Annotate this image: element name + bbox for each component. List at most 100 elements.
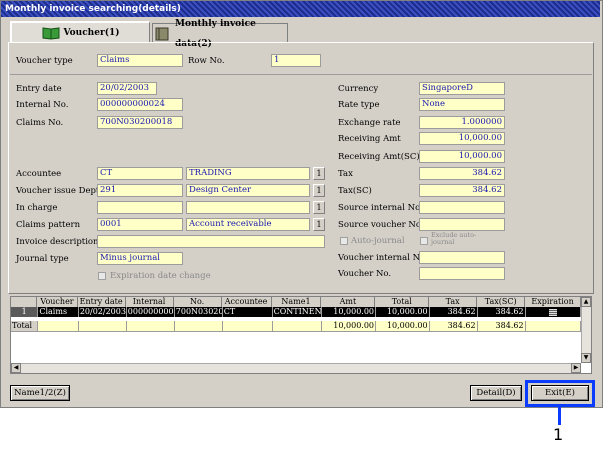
- grid-cell: 1: [11, 307, 39, 317]
- tab-monthly-invoice-data[interactable]: Monthly invoice data(2): [152, 19, 288, 49]
- grid-cell: [174, 321, 223, 332]
- accountee-code-field[interactable]: CT: [97, 167, 183, 180]
- grid-cell: 20/02/2003: [78, 307, 127, 317]
- source-voucher-no-field[interactable]: [419, 218, 505, 231]
- entry-date-label: Entry date: [16, 84, 62, 94]
- grid-cell: [525, 321, 582, 332]
- in-charge-lookup-button[interactable]: 1: [313, 201, 325, 214]
- grid-cell: 384.62: [477, 307, 526, 317]
- receiving-amt-field[interactable]: 10,000.00: [419, 132, 505, 145]
- journal-type-label: Journal type: [16, 254, 69, 264]
- entry-date-field[interactable]: 20/02/2003: [97, 82, 157, 95]
- rate-type-field[interactable]: None: [419, 98, 505, 111]
- separator: [10, 74, 592, 75]
- grid-cell: [38, 321, 79, 332]
- grid-cell: 384.62: [429, 307, 478, 317]
- tax-sc-label: Tax(SC): [338, 186, 372, 196]
- auto-journal-checkbox[interactable]: [340, 237, 348, 245]
- journal-type-field[interactable]: Minus journal: [97, 252, 183, 265]
- grid-cell: 384.62: [477, 321, 526, 332]
- grid-cell: [222, 321, 273, 332]
- grid-cell: Total: [11, 321, 39, 332]
- internal-no-label: Internal No.: [16, 100, 69, 110]
- scroll-right-arrow-icon[interactable]: ▶: [571, 363, 581, 373]
- row-no-field[interactable]: 1: [271, 54, 321, 67]
- grid-cell: 384.62: [429, 321, 478, 332]
- receiving-amt-sc-label: Receiving Amt(SC): [338, 152, 420, 162]
- voucher-no-field[interactable]: [419, 267, 505, 280]
- scroll-down-arrow-icon[interactable]: ▼: [581, 353, 591, 363]
- voucher-no-label: Voucher No.: [338, 269, 392, 279]
- callout-line: [558, 407, 561, 425]
- currency-label: Currency: [338, 84, 379, 94]
- accountee-label: Accountee: [16, 169, 62, 179]
- issue-dept-lookup-button[interactable]: 1: [313, 184, 325, 197]
- auto-journal-label: Auto-journal: [351, 236, 405, 246]
- grid-header: Voucher Entry date Internal No. No. Acco…: [11, 297, 581, 308]
- scroll-left-arrow-icon[interactable]: ◀: [11, 363, 21, 373]
- source-internal-no-label: Source internal No.: [338, 203, 423, 213]
- grid-icon: [548, 308, 557, 316]
- issue-dept-name-field[interactable]: Design Center: [186, 184, 310, 197]
- tax-sc-field[interactable]: 384.62: [419, 184, 505, 197]
- voucher-internal-no-label: Voucher internal No.: [338, 253, 428, 263]
- grid-cell: 10,000.00: [322, 307, 377, 317]
- claims-pattern-label: Claims pattern: [16, 220, 81, 230]
- tab-voucher[interactable]: Voucher(1): [10, 21, 150, 43]
- voucher-type-field[interactable]: Claims: [97, 54, 183, 67]
- window-title: Monthly invoice searching(details): [1, 1, 600, 17]
- currency-field[interactable]: SingaporeD: [419, 82, 505, 95]
- in-charge-label: In charge: [16, 203, 58, 213]
- notebook-icon: [153, 27, 171, 41]
- claims-pattern-lookup-button[interactable]: 1: [313, 218, 325, 231]
- grid-cell: [78, 321, 127, 332]
- claims-pattern-code-field[interactable]: 0001: [97, 218, 183, 231]
- tab-voucher-label: Voucher(1): [63, 28, 120, 38]
- receiving-amt-label: Receiving Amt: [338, 134, 401, 144]
- book-icon: [42, 26, 60, 40]
- claims-no-field[interactable]: 700N030200018: [97, 116, 183, 129]
- grid-cell: 700N0302001: [174, 307, 223, 317]
- table-row[interactable]: 1 Claims 20/02/2003 000000000024 700N030…: [11, 307, 582, 318]
- tax-label: Tax: [338, 169, 353, 179]
- grid-cell: 10,000.00: [376, 321, 430, 332]
- in-charge-code-field[interactable]: [97, 201, 183, 214]
- table-total-row: Total 10,000.00 10,000.00 384.62 384.62: [11, 321, 582, 332]
- grid-cell: Claims: [38, 307, 79, 317]
- voucher-type-label: Voucher type: [16, 56, 73, 66]
- claims-pattern-name-field[interactable]: Account receivable: [186, 218, 310, 231]
- name12-button[interactable]: Name1/2(Z): [10, 385, 70, 401]
- claims-no-label: Claims No.: [16, 118, 64, 128]
- row-no-label: Row No.: [188, 56, 225, 66]
- accountee-lookup-button[interactable]: 1: [313, 167, 325, 180]
- grid-cell-expiration: [525, 307, 582, 317]
- detail-button[interactable]: Detail(D): [470, 385, 522, 401]
- source-voucher-no-label: Source voucher No.: [338, 220, 424, 230]
- invoice-description-field[interactable]: [97, 235, 325, 248]
- internal-no-field[interactable]: 000000000024: [97, 98, 183, 111]
- rate-type-label: Rate type: [338, 100, 380, 110]
- callout-number: 1: [553, 425, 564, 444]
- exclude-auto-journal-checkbox[interactable]: [420, 237, 428, 245]
- horizontal-scrollbar[interactable]: [11, 363, 581, 373]
- exchange-rate-field[interactable]: 1.000000: [419, 116, 505, 129]
- in-charge-name-field[interactable]: [186, 201, 310, 214]
- exchange-rate-label: Exchange rate: [338, 118, 401, 128]
- grid-cell: CT: [222, 307, 273, 317]
- grid-cell: 000000000024: [126, 307, 175, 317]
- source-internal-no-field[interactable]: [419, 201, 505, 214]
- expiration-change-checkbox[interactable]: [98, 272, 106, 280]
- voucher-internal-no-field[interactable]: [419, 251, 505, 264]
- tax-field[interactable]: 384.62: [419, 167, 505, 180]
- invoice-description-label: Invoice description: [16, 237, 99, 247]
- issue-dept-code-field[interactable]: 291: [97, 184, 183, 197]
- grid-cell: [272, 321, 323, 332]
- exclude-auto-journal-label: Exclude auto-journal: [431, 231, 477, 246]
- accountee-name-field[interactable]: TRADING: [186, 167, 310, 180]
- scroll-up-arrow-icon[interactable]: ▲: [581, 297, 591, 307]
- grid-cell: [126, 321, 175, 332]
- grid-cell: 10,000.00: [322, 321, 377, 332]
- exit-highlight-box: [525, 380, 595, 407]
- receiving-amt-sc-field[interactable]: 10,000.00: [419, 150, 505, 163]
- grid-cell: CONTINENT: [272, 307, 323, 317]
